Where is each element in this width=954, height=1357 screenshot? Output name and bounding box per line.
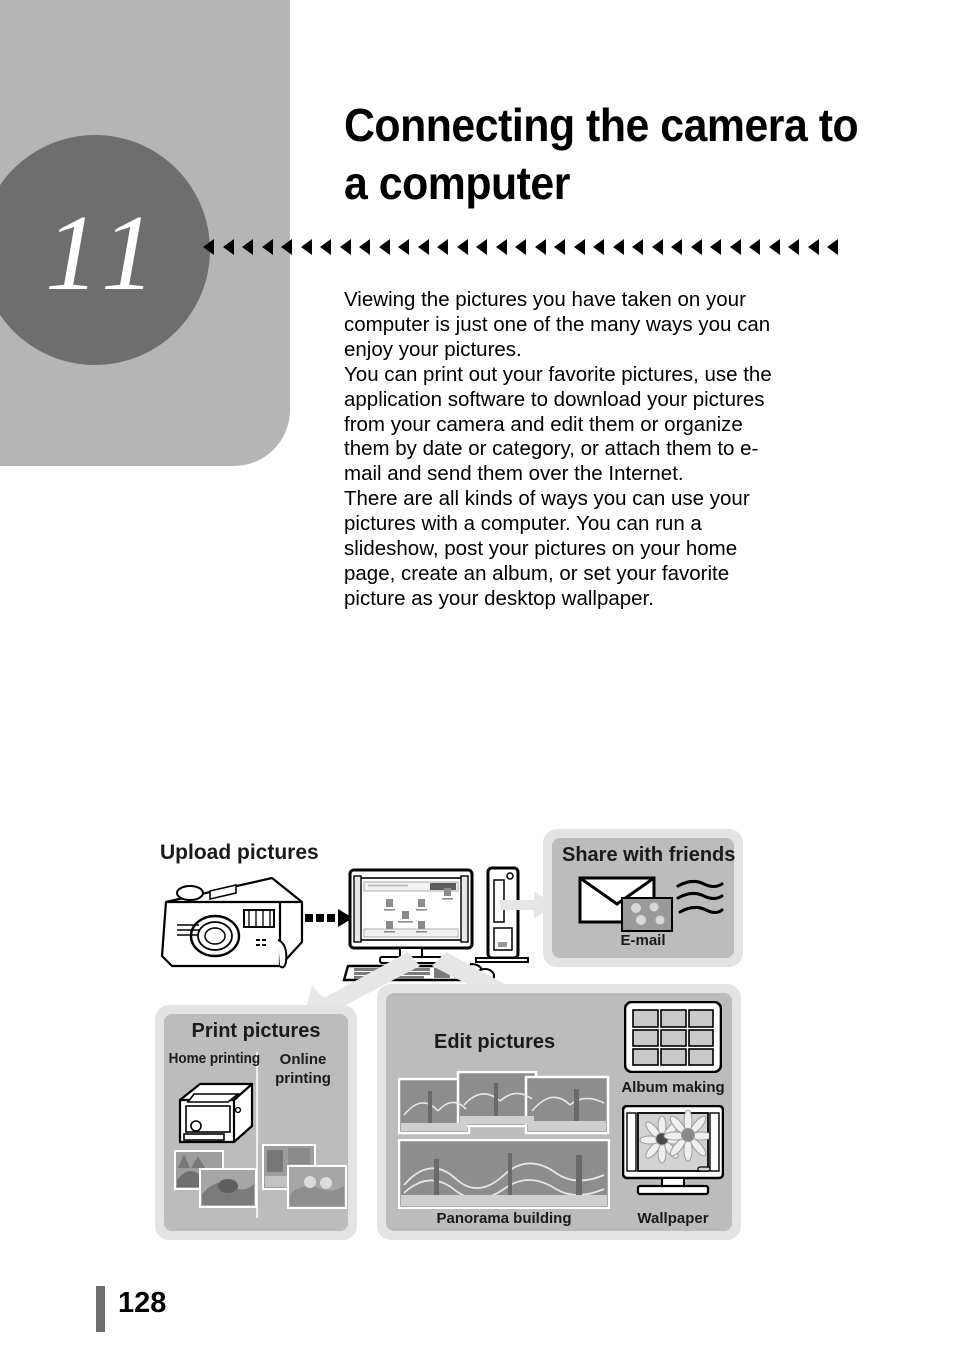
print-pictures-panel: Print pictures Home printing Online prin…	[155, 1005, 357, 1240]
left-triangle-icon	[632, 238, 652, 255]
email-label: E-mail	[620, 932, 666, 949]
page-number: 128	[118, 1287, 167, 1319]
left-triangle-icon	[729, 238, 750, 255]
envelope-photo-icon	[578, 876, 724, 932]
monitor-flowers-icon	[622, 1105, 724, 1196]
digital-camera-icon	[160, 876, 304, 969]
share-panel-inner: Share with friends E-mail	[552, 838, 736, 958]
left-triangle-icon	[359, 238, 379, 255]
left-triangle-icon	[612, 238, 633, 255]
left-triangle-icon	[261, 238, 282, 255]
intro-paragraph: Viewing the pictures you have taken on y…	[344, 288, 772, 610]
edit-panel-title: Edit pictures	[434, 1031, 556, 1053]
print-panel-inner: Print pictures Home printing Online prin…	[164, 1014, 348, 1231]
left-triangle-icon	[300, 238, 321, 255]
page-title: Connecting the camera to a computer	[344, 99, 859, 209]
left-triangle-icon	[827, 238, 847, 255]
chapter-number-circle: 11	[0, 135, 210, 365]
left-triangle-icon	[222, 238, 243, 255]
chapter-number: 11	[45, 194, 165, 313]
left-triangle-icon	[495, 238, 516, 255]
panorama-source-photos	[398, 1071, 610, 1135]
left-triangle-icon	[788, 238, 808, 255]
triangle-rule-decoration	[203, 234, 848, 258]
left-triangle-icon	[378, 238, 399, 255]
home-print-photos	[174, 1150, 257, 1208]
left-triangle-icon	[515, 238, 535, 255]
left-triangle-icon	[320, 238, 340, 255]
left-triangle-icon	[690, 238, 711, 255]
upload-pictures-label: Upload pictures	[160, 841, 319, 864]
photo-grid-icon	[624, 1001, 722, 1073]
footer-accent-bar	[96, 1286, 105, 1332]
online-print-photos	[262, 1144, 347, 1209]
left-triangle-icon	[534, 238, 555, 255]
edit-panel-inner: Edit pictures Panorama building Album ma…	[386, 993, 732, 1231]
wallpaper-label: Wallpaper	[637, 1210, 709, 1227]
left-triangle-icon	[807, 238, 828, 255]
printer-icon	[178, 1082, 254, 1144]
panorama-result-photo	[398, 1139, 610, 1209]
left-triangle-icon	[281, 238, 301, 255]
left-triangle-icon	[768, 238, 789, 255]
album-making-label: Album making	[621, 1079, 725, 1096]
left-triangle-icon	[203, 238, 223, 255]
print-panel-title: Print pictures	[191, 1020, 321, 1042]
chapter-header-panel: 11	[0, 0, 290, 466]
home-printing-label: Home printing	[168, 1050, 261, 1067]
left-triangle-icon	[651, 238, 672, 255]
online-printing-label: Online printing	[275, 1051, 331, 1087]
left-triangle-icon	[710, 238, 730, 255]
left-triangle-icon	[417, 238, 438, 255]
left-triangle-icon	[671, 238, 691, 255]
left-triangle-icon	[456, 238, 477, 255]
left-triangle-icon	[554, 238, 574, 255]
left-triangle-icon	[749, 238, 769, 255]
left-triangle-icon	[242, 238, 262, 255]
panorama-building-label: Panorama building	[436, 1210, 572, 1227]
share-with-friends-panel: Share with friends E-mail	[543, 829, 743, 967]
share-panel-title: Share with friends	[562, 844, 736, 866]
left-triangle-icon	[593, 238, 613, 255]
left-triangle-icon	[573, 238, 594, 255]
left-triangle-icon	[437, 238, 457, 255]
left-triangle-icon	[398, 238, 418, 255]
left-triangle-icon	[476, 238, 496, 255]
left-triangle-icon	[339, 238, 360, 255]
edit-pictures-panel: Edit pictures Panorama building Album ma…	[377, 984, 741, 1240]
